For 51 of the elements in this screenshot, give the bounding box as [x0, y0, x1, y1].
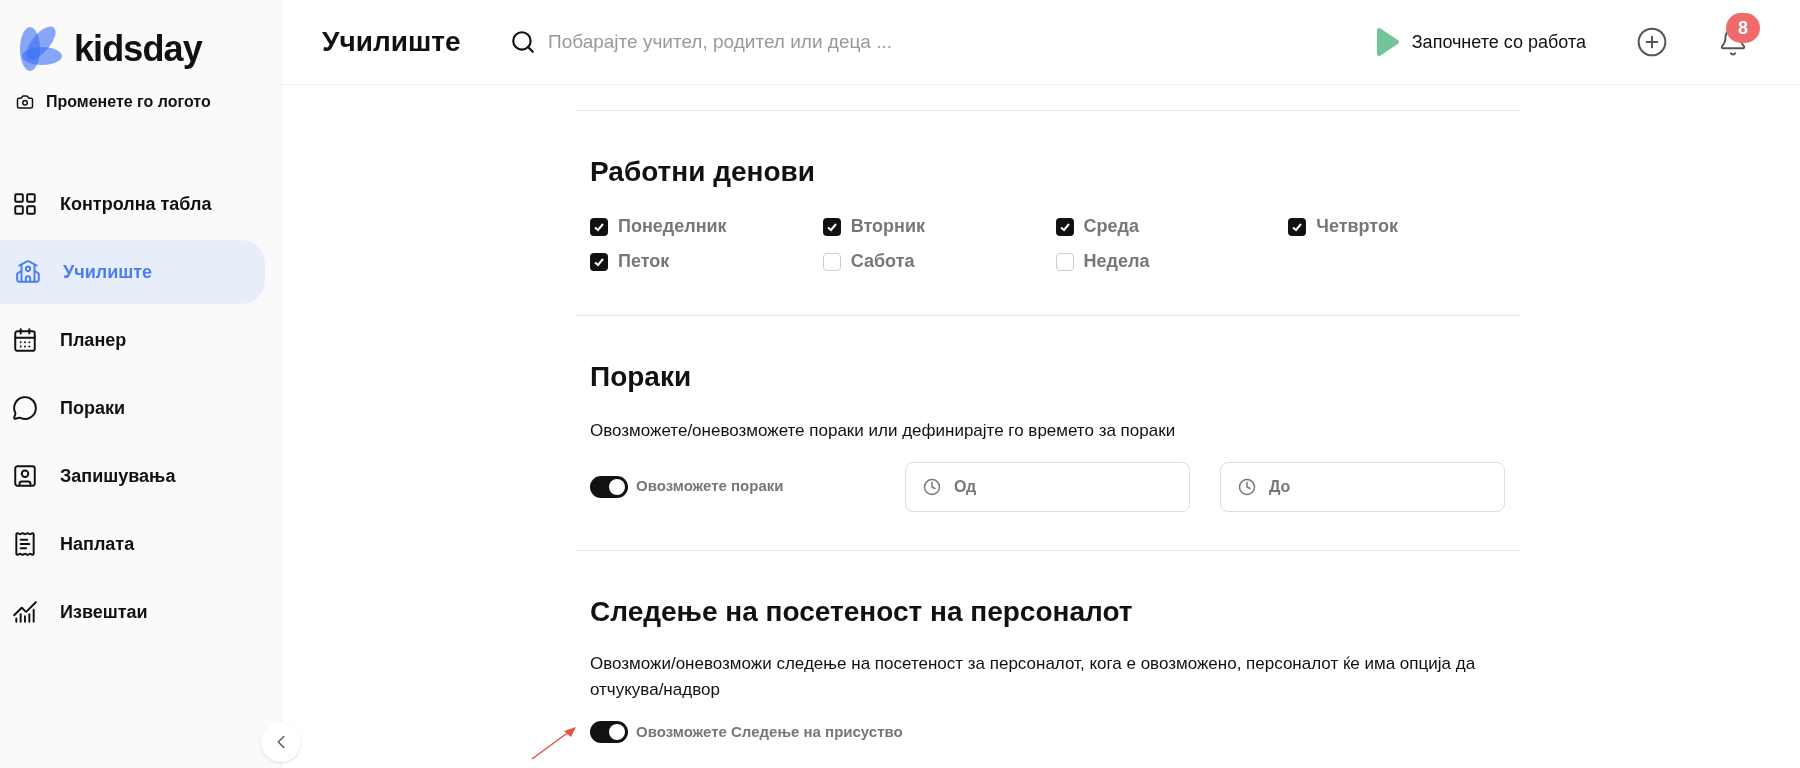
section-description: Овозможи/оневозможи следење на посетеност за персоналот, кога е овозможено, персоналот ќе има опција да отчукува/надвор [590, 652, 1477, 701]
change-logo-button[interactable]: Променете го логото [0, 90, 281, 114]
time-field[interactable]: Од [905, 461, 1190, 512]
page-title: Училиште [322, 25, 462, 59]
school-icon [15, 259, 41, 285]
checkbox[interactable] [822, 252, 841, 271]
day-label: Сабота [850, 250, 915, 273]
grid-icon [12, 191, 38, 217]
sidebar-item[interactable]: Извештаи [0, 580, 265, 644]
day-label: Четврток [1316, 215, 1398, 238]
camera-icon [16, 93, 34, 111]
checkbox[interactable] [590, 252, 608, 271]
search-icon [510, 29, 536, 55]
start-work-button[interactable]: Започнете со работа [1375, 27, 1586, 57]
sidebar-item[interactable]: Наплата [0, 512, 265, 576]
checkbox[interactable] [1055, 217, 1074, 236]
receipt-icon [12, 531, 38, 557]
play-icon [1375, 27, 1400, 57]
chat-icon [12, 395, 38, 421]
toggle-label: Овозможете пораки [636, 476, 784, 497]
day-label: Среда [1083, 215, 1139, 238]
search-field[interactable]: Побарајте учител, родител или деца ... [548, 27, 1068, 57]
day-label: Недела [1083, 250, 1150, 273]
day-label: Вторник [850, 215, 926, 238]
section-title: Работни денови [590, 155, 816, 189]
day-label: Петок [618, 250, 670, 273]
user-icon [12, 463, 38, 489]
toggle-switch[interactable] [590, 475, 628, 498]
add-icon[interactable] [1636, 26, 1668, 58]
sidebar-item[interactable]: Контролна табла [0, 172, 265, 236]
clock-icon [1238, 477, 1256, 496]
checkbox[interactable] [822, 217, 841, 236]
day-label: Понеделник [618, 215, 727, 238]
notification-badge: 8 [1726, 13, 1760, 43]
annotation-arrow [530, 724, 578, 761]
checkbox[interactable] [590, 217, 608, 236]
toggle-label: Овозможете Следење на присуство [636, 721, 903, 742]
checkbox[interactable] [1288, 217, 1307, 236]
toggle-switch[interactable] [590, 720, 628, 743]
section-description: Овозможете/оневозможете пораки или дефинирајте го времето за пораки [590, 420, 1177, 442]
chart-icon [12, 599, 38, 625]
calendar-icon [12, 327, 38, 353]
clock-icon [923, 477, 941, 496]
brand-name: kidsday [74, 27, 202, 71]
section-title: Следење на посетеност на персоналот [590, 594, 1134, 629]
sidebar-item[interactable]: Планер [0, 308, 265, 372]
time-field[interactable]: До [1220, 461, 1505, 512]
sidebar-item[interactable]: Пораки [0, 376, 265, 440]
checkbox[interactable] [1055, 252, 1074, 271]
sidebar-item[interactable]: Запишувања [0, 444, 265, 508]
section-title: Пораки [590, 360, 693, 394]
